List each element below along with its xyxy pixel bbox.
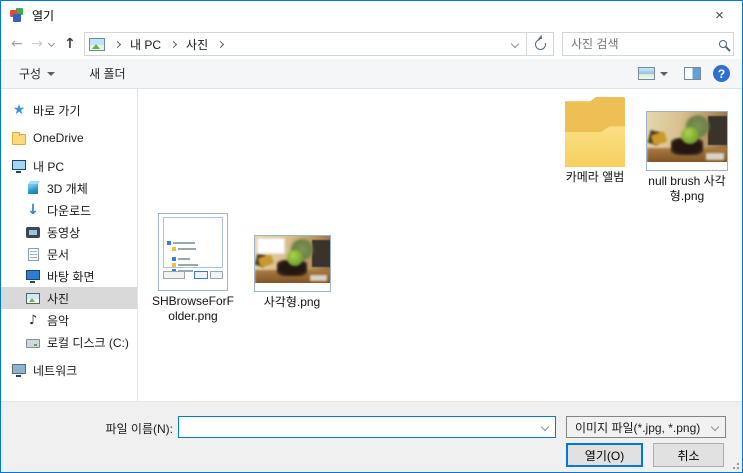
- folder-icon: [565, 97, 625, 167]
- close-icon[interactable]: ×: [697, 1, 742, 29]
- image-thumbnail: [253, 235, 331, 292]
- address-bar[interactable]: 내 PC 사진: [84, 32, 526, 56]
- sidebar-item-local-disk-c[interactable]: 로컬 디스크 (C:): [1, 331, 137, 353]
- image-thumbnail: [158, 213, 228, 291]
- sidebar-item-videos[interactable]: 동영상: [1, 221, 137, 243]
- file-item-rectangle[interactable]: 사각형.png: [249, 213, 335, 310]
- network-icon: [11, 362, 27, 378]
- filename-combobox[interactable]: [178, 416, 556, 438]
- address-bar-group: 내 PC 사진: [84, 32, 554, 56]
- organize-label: 구성: [19, 67, 42, 81]
- computer-icon: [11, 158, 27, 174]
- file-list-area[interactable]: 카메라 앨범 null brush 사각형.png SHBrowseForFol…: [138, 89, 742, 401]
- breadcrumb-item-pc[interactable]: 내 PC: [128, 34, 163, 55]
- file-item-camera-album[interactable]: 카메라 앨범: [547, 97, 643, 185]
- view-mode-icon: [638, 67, 655, 80]
- navigation-bar: ← → ↑ 내 PC 사진: [1, 29, 742, 59]
- video-icon: [25, 224, 41, 240]
- file-name: 사각형.png: [263, 295, 321, 309]
- recent-locations-chevron-icon[interactable]: [47, 39, 56, 47]
- download-icon: ↓: [27, 202, 39, 218]
- breadcrumb-item-pictures[interactable]: 사진: [184, 34, 210, 55]
- sidebar-item-3d-objects[interactable]: 3D 개체: [1, 177, 137, 199]
- toolbar-right-icons: ?: [634, 64, 730, 83]
- resize-grip[interactable]: [731, 461, 739, 469]
- organize-button[interactable]: 구성: [15, 62, 59, 85]
- filetype-value: 이미지 파일(*.jpg, *.png): [575, 420, 701, 435]
- preview-pane-icon[interactable]: [684, 67, 701, 80]
- image-thumbnail: [646, 111, 728, 171]
- dialog-body: ★ 바로 가기 OneDrive 내 PC 3D 개체 ↓ 다운로드 동영상 문…: [1, 89, 742, 401]
- pictures-location-icon: [89, 37, 105, 51]
- file-name: null brush 사각형.png: [648, 174, 726, 203]
- filename-label: 파일 이름(N):: [105, 422, 174, 436]
- sidebar-item-network[interactable]: 네트워크: [1, 359, 137, 381]
- pictures-icon: [25, 290, 41, 306]
- search-icon: [719, 40, 727, 48]
- refresh-icon: [534, 35, 547, 50]
- navigation-pane: ★ 바로 가기 OneDrive 내 PC 3D 개체 ↓ 다운로드 동영상 문…: [1, 89, 138, 401]
- sidebar-item-this-pc[interactable]: 내 PC: [1, 155, 137, 177]
- sidebar-item-music[interactable]: ♪ 음악: [1, 309, 137, 331]
- star-icon: ★: [12, 102, 26, 118]
- chevron-down-icon: [660, 71, 668, 76]
- breadcrumb-separator-icon: [217, 40, 225, 48]
- file-name: SHBrowseForFolder.png: [151, 294, 234, 323]
- window-title: 열기: [32, 8, 55, 23]
- breadcrumb-separator-icon: [113, 40, 122, 48]
- command-toolbar: 구성 새 폴더 ?: [1, 59, 742, 89]
- sidebar-item-pictures[interactable]: 사진: [1, 287, 137, 309]
- hard-drive-icon: [25, 334, 41, 350]
- address-dropdown-chevron-icon[interactable]: [504, 33, 526, 55]
- app-icon: [9, 7, 25, 23]
- filename-input[interactable]: [179, 417, 535, 437]
- dialog-footer: 파일 이름(N): 이미지 파일(*.jpg, *.png) 열기(O) 취소: [1, 401, 742, 472]
- search-input[interactable]: [571, 37, 715, 51]
- filetype-dropdown-chevron-icon: [705, 417, 725, 437]
- open-file-dialog: 열기 × ← → ↑ 내 PC 사진 사진 검색 구성 새 폴더 ? ★ 바로 …: [0, 0, 743, 473]
- help-icon[interactable]: ?: [713, 65, 730, 82]
- search-box[interactable]: [562, 32, 734, 56]
- music-icon: ♪: [28, 312, 38, 328]
- back-icon[interactable]: ←: [7, 36, 27, 52]
- filetype-dropdown[interactable]: 이미지 파일(*.jpg, *.png): [566, 416, 726, 438]
- refresh-button[interactable]: [526, 32, 554, 56]
- file-name: 카메라 앨범: [565, 170, 625, 184]
- chevron-down-icon: [47, 71, 56, 76]
- document-icon: [25, 246, 41, 262]
- sidebar-item-desktop[interactable]: 바탕 화면: [1, 265, 137, 287]
- cancel-button[interactable]: 취소: [653, 443, 724, 467]
- cube-icon: [25, 180, 41, 196]
- new-folder-label: 새 폴더: [89, 67, 126, 81]
- desktop-icon: [25, 268, 41, 284]
- file-item-shbrowseforfolder[interactable]: SHBrowseForFolder.png: [150, 213, 236, 324]
- up-icon[interactable]: ↑: [60, 36, 80, 52]
- sidebar-item-onedrive[interactable]: OneDrive: [1, 127, 137, 149]
- sidebar-item-downloads[interactable]: ↓ 다운로드: [1, 199, 137, 221]
- open-button[interactable]: 열기(O): [566, 443, 643, 467]
- sidebar-item-documents[interactable]: 문서: [1, 243, 137, 265]
- new-folder-button[interactable]: 새 폴더: [85, 62, 129, 85]
- file-item-null-brush[interactable]: null brush 사각형.png: [639, 97, 735, 204]
- filename-dropdown-chevron-icon[interactable]: [535, 417, 555, 437]
- folder-icon: [11, 130, 27, 146]
- view-mode-button[interactable]: [634, 64, 672, 83]
- forward-icon[interactable]: →: [27, 36, 47, 52]
- sidebar-item-quick-access[interactable]: ★ 바로 가기: [1, 99, 137, 121]
- breadcrumb-separator-icon: [170, 40, 178, 48]
- titlebar: 열기 ×: [1, 1, 742, 29]
